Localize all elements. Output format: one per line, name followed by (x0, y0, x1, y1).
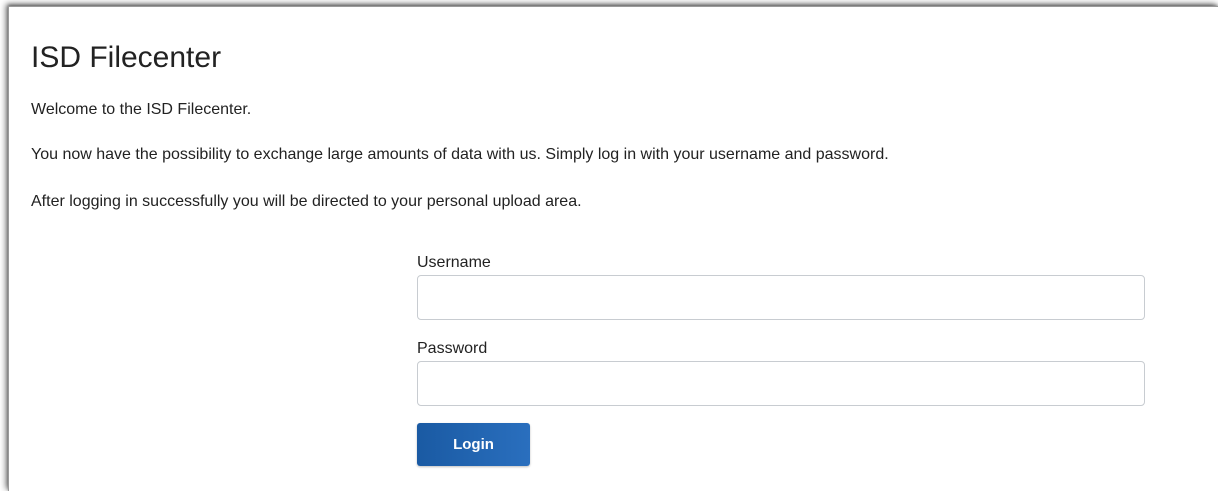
intro-text: You now have the possibility to exchange… (31, 146, 889, 163)
password-label: Password (417, 340, 488, 357)
username-label: Username (417, 254, 491, 271)
after-login-text: After logging in successfully you will b… (31, 193, 582, 210)
page-title: ISD Filecenter (31, 41, 222, 74)
password-input[interactable] (417, 361, 1145, 406)
page-frame: ISD Filecenter Welcome to the ISD Filece… (8, 6, 1218, 491)
welcome-text: Welcome to the ISD Filecenter. (31, 101, 252, 118)
login-button[interactable]: Login (417, 423, 530, 466)
username-input[interactable] (417, 275, 1145, 320)
